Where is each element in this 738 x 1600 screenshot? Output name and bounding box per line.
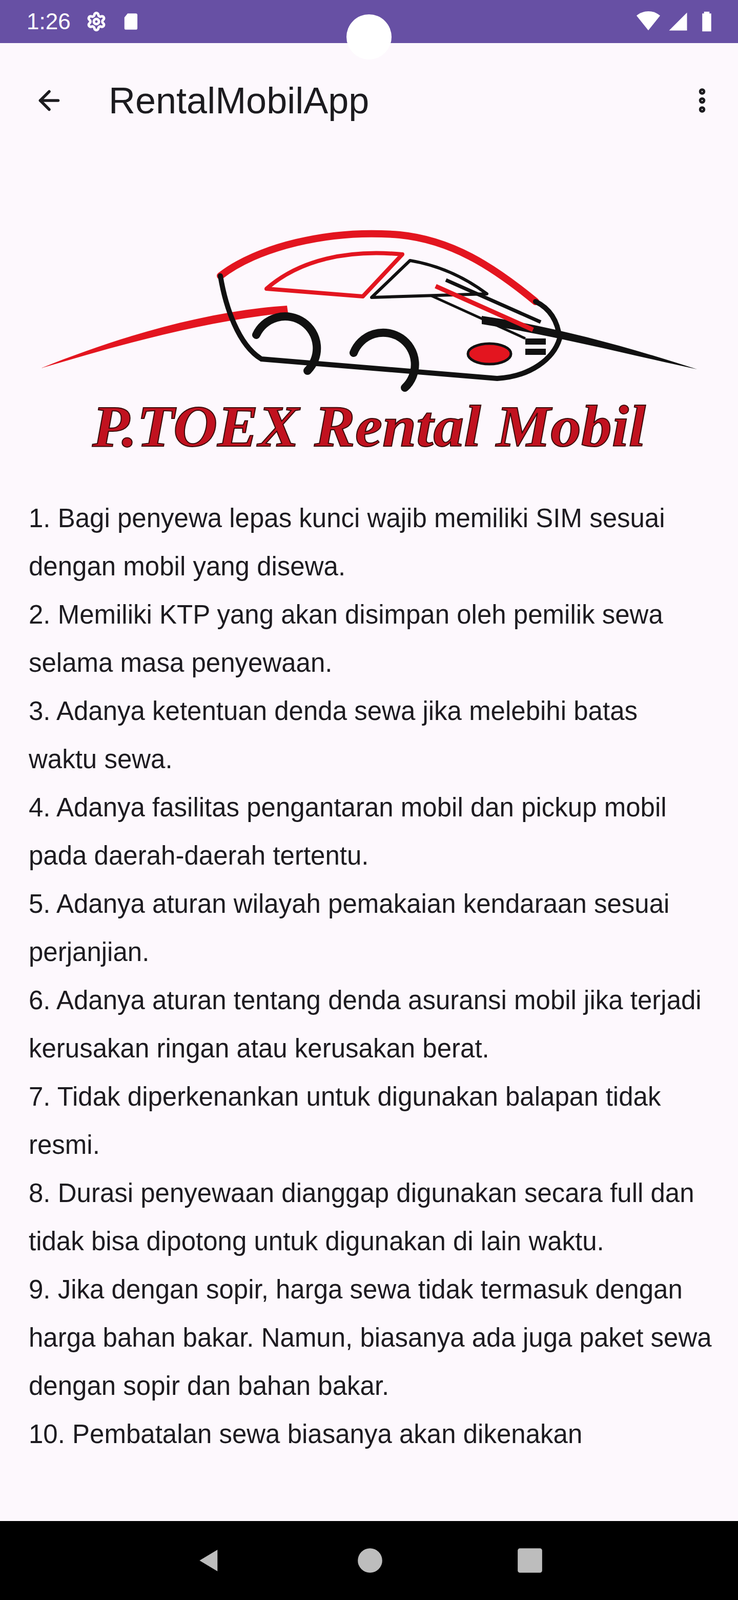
navigation-bar <box>0 1520 738 1599</box>
term-item: 1. Bagi penyewa lepas kunci wajib memili… <box>28 494 713 591</box>
settings-gear-icon <box>86 11 107 32</box>
nav-recents-icon[interactable] <box>516 1546 544 1573</box>
sd-card-icon <box>121 11 142 32</box>
wifi-icon <box>636 9 661 34</box>
content: P.TOEX Rental Mobil 1. Bagi penyewa lepas… <box>0 157 738 1521</box>
term-item: 3. Adanya ketentuan denda sewa jika mele… <box>28 686 713 784</box>
svg-text:P.TOEX Rental Mobil: P.TOEX Rental Mobil <box>91 393 646 459</box>
term-item: 5. Adanya aturan wilayah pemakaian kenda… <box>28 879 713 976</box>
phone-screen: 1:26 RentalMobilApp P.TOEX Rental Mobil 1. … <box>0 0 738 1599</box>
terms-list: 1. Bagi penyewa lepas kunci wajib memili… <box>0 494 738 1458</box>
nav-back-icon[interactable] <box>194 1545 224 1574</box>
more-options-icon[interactable] <box>686 85 718 116</box>
app-bar: RentalMobilApp <box>0 43 738 158</box>
rental-logo: P.TOEX Rental Mobil <box>41 224 697 466</box>
back-arrow-icon[interactable] <box>33 85 65 116</box>
term-item: 4. Adanya fasilitas pengantaran mobil da… <box>28 783 713 880</box>
term-item: 10. Pembatalan sewa biasanya akan dikena… <box>28 1409 713 1458</box>
app-title: RentalMobilApp <box>108 77 687 124</box>
battery-icon <box>695 10 718 33</box>
term-item: 6. Adanya aturan tentang denda asuransi … <box>28 975 713 1073</box>
signal-icon <box>667 10 689 33</box>
camera-cutout <box>346 14 392 60</box>
term-item: 7. Tidak diperkenankan untuk digunakan b… <box>28 1072 713 1169</box>
status-time: 1:26 <box>26 10 71 33</box>
nav-home-icon[interactable] <box>356 1546 384 1573</box>
term-item: 9. Jika dengan sopir, harga sewa tidak t… <box>28 1264 713 1410</box>
term-item: 2. Memiliki KTP yang akan disimpan oleh … <box>28 590 713 687</box>
term-item: 8. Durasi penyewaan dianggap digunakan s… <box>28 1168 713 1265</box>
